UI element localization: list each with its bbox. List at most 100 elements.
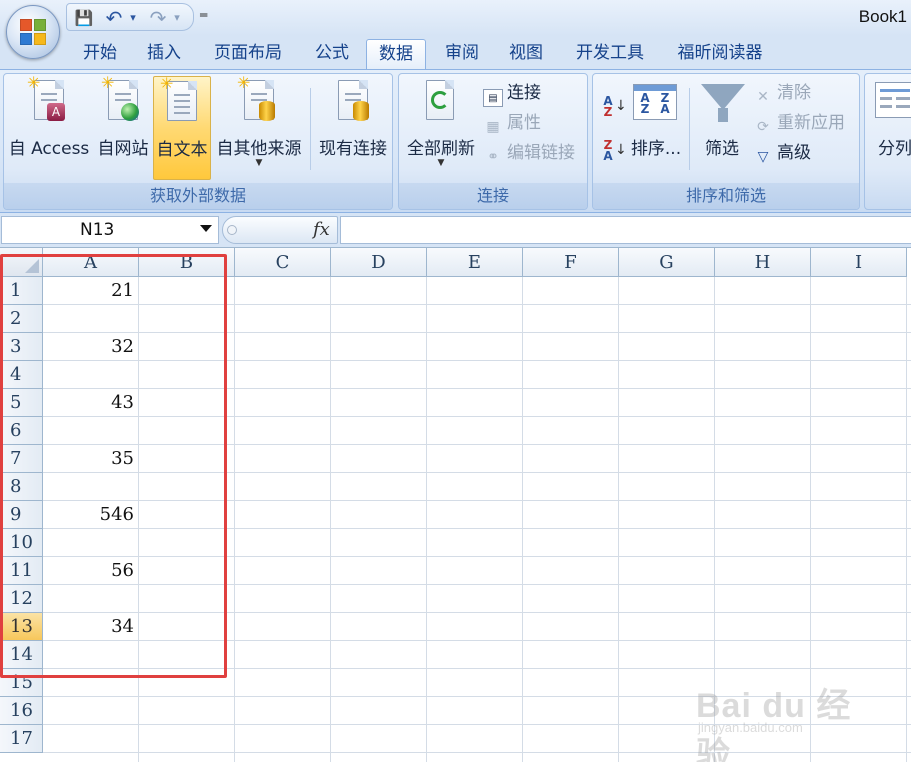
row-header-14[interactable]: 14 (0, 641, 43, 669)
existing-connections-icon (338, 80, 369, 121)
office-button[interactable] (6, 5, 60, 59)
document-title: Book1 (858, 7, 907, 26)
row-header-12[interactable]: 12 (0, 585, 43, 613)
save-icon[interactable]: 💾 (73, 7, 95, 29)
cell-a11[interactable]: 56 (43, 557, 134, 585)
customize-toolbar-icon[interactable]: ═ (200, 8, 207, 22)
row-header-1[interactable]: 1 (0, 277, 43, 305)
properties-button[interactable]: ▦ 属性 (483, 110, 541, 136)
name-box-value: N13 (80, 220, 115, 240)
row-header-4[interactable]: 4 (0, 361, 43, 389)
from-access-button[interactable]: ✳ A 自 Access (6, 73, 92, 180)
tab-view[interactable]: 视图 (496, 39, 556, 70)
tab-home[interactable]: 开始 (70, 39, 130, 70)
row-header-16[interactable]: 16 (0, 697, 43, 725)
row-header-5[interactable]: 5 (0, 389, 43, 417)
row-gridline (43, 360, 911, 361)
clear-filter-button[interactable]: ✕ 清除 (753, 80, 811, 106)
connections-button[interactable]: ▤ 连接 (483, 80, 541, 107)
group-sort-filter: AZ ↓ ZA ↓ AZ ZA 排序... 筛选 ✕ 清除 ⟳ 重新应用 ▽ 高级 (592, 73, 860, 210)
worksheet-grid[interactable]: ABCDEFGHI 1 2 3 4 5 6 7 8 9 10 11 12 13 14 15 16 17 21 32… (0, 248, 911, 762)
row-header-17[interactable]: 17 (0, 725, 43, 753)
cell-a13[interactable]: 34 (43, 613, 134, 641)
column-header-e[interactable]: E (427, 248, 523, 277)
refresh-all-button[interactable]: 全部刷新 ▼ (401, 76, 481, 180)
group-data-tools: 分列 (864, 73, 911, 210)
redo-dropdown-icon[interactable]: ▾ (171, 7, 183, 29)
column-header-c[interactable]: C (235, 248, 331, 277)
text-document-icon: ✳ (160, 74, 197, 121)
insert-function-icon[interactable]: fx (313, 219, 330, 240)
tab-formulas[interactable]: 公式 (302, 39, 362, 70)
cell-a9[interactable]: 546 (43, 501, 134, 529)
row-gridline (43, 752, 911, 753)
row-gridline (43, 416, 911, 417)
row-header-11[interactable]: 11 (0, 557, 43, 585)
formula-input[interactable] (340, 216, 911, 244)
undo-icon[interactable]: ↶ (103, 7, 125, 29)
text-to-columns-button[interactable]: 分列 (867, 76, 911, 180)
column-header-b[interactable]: B (139, 248, 235, 277)
sort-ascending-icon[interactable]: AZ (601, 95, 615, 118)
undo-dropdown-icon[interactable]: ▾ (127, 7, 139, 29)
from-web-button[interactable]: ✳ 自网站 (92, 73, 154, 180)
select-all-button[interactable] (0, 248, 43, 277)
cell-a3[interactable]: 32 (43, 333, 134, 361)
row-header-3[interactable]: 3 (0, 333, 43, 361)
tab-developer[interactable]: 开发工具 (562, 39, 658, 70)
tab-foxit-reader[interactable]: 福昕阅读器 (664, 39, 776, 70)
reapply-icon: ⟳ (757, 119, 769, 135)
tab-review[interactable]: 审阅 (432, 39, 492, 70)
column-header-f[interactable]: F (523, 248, 619, 277)
group-get-external-data: ✳ A 自 Access ✳ 自网站 ✳ 自文本 ✳ 自其他来源 ▼ 现有连接 … (3, 73, 393, 210)
from-text-button[interactable]: ✳ 自文本 (153, 74, 211, 180)
row-header-6[interactable]: 6 (0, 417, 43, 445)
tab-page-layout[interactable]: 页面布局 (200, 39, 296, 70)
edit-links-button[interactable]: ⚭ 编辑链接 (483, 140, 575, 166)
advanced-filter-button[interactable]: ▽ 高级 (753, 140, 811, 166)
cell-a7[interactable]: 35 (43, 445, 134, 473)
chevron-down-icon[interactable] (200, 225, 212, 232)
row-header-10[interactable]: 10 (0, 529, 43, 557)
row-gridline (43, 696, 911, 697)
resize-handle-icon[interactable] (227, 225, 237, 235)
existing-connections-button[interactable]: 现有连接 (314, 76, 392, 180)
reapply-button[interactable]: ⟳ 重新应用 (753, 110, 845, 136)
chevron-down-icon: ▼ (255, 158, 263, 168)
row-gridline (43, 724, 911, 725)
column-gridline (138, 277, 139, 762)
cell-a1[interactable]: 21 (43, 277, 134, 305)
row-header-13[interactable]: 13 (0, 613, 43, 641)
group-label-connections: 连接 (399, 183, 587, 209)
column-header-a[interactable]: A (43, 248, 139, 277)
group-connections: 全部刷新 ▼ ▤ 连接 ▦ 属性 ⚭ 编辑链接 连接 (398, 73, 588, 210)
redo-icon[interactable]: ↷ (147, 7, 169, 29)
column-header-g[interactable]: G (619, 248, 715, 277)
row-gridline (43, 444, 911, 445)
connections-icon: ▤ (483, 89, 503, 107)
from-other-sources-button[interactable]: ✳ 自其他来源 ▼ (212, 73, 306, 180)
filter-button[interactable]: 筛选 (693, 76, 751, 180)
column-gridline (330, 277, 331, 762)
tab-data[interactable]: 数据 (366, 39, 426, 70)
ribbon: ✳ A 自 Access ✳ 自网站 ✳ 自文本 ✳ 自其他来源 ▼ 现有连接 … (0, 69, 911, 213)
tab-insert[interactable]: 插入 (134, 39, 194, 70)
clear-filter-icon: ✕ (757, 89, 769, 105)
column-header-d[interactable]: D (331, 248, 427, 277)
row-header-7[interactable]: 7 (0, 445, 43, 473)
column-gridline (522, 277, 523, 762)
row-header-15[interactable]: 15 (0, 669, 43, 697)
cell-a5[interactable]: 43 (43, 389, 134, 417)
row-header-9[interactable]: 9 (0, 501, 43, 529)
group-label-sort-filter: 排序和筛选 (593, 183, 859, 209)
column-header-h[interactable]: H (715, 248, 811, 277)
name-box[interactable]: N13 (1, 216, 219, 244)
column-header-i[interactable]: I (811, 248, 907, 277)
row-header-2[interactable]: 2 (0, 305, 43, 333)
sort-button[interactable]: AZ ZA 排序... (627, 76, 685, 180)
sort-descending-icon[interactable]: ZA (601, 139, 615, 162)
column-gridline (810, 277, 811, 762)
formula-bar: N13 fx (0, 213, 911, 248)
title-bar: 💾 ↶ ▾ ↷ ▾ ═ Book1 (0, 0, 911, 36)
row-header-8[interactable]: 8 (0, 473, 43, 501)
